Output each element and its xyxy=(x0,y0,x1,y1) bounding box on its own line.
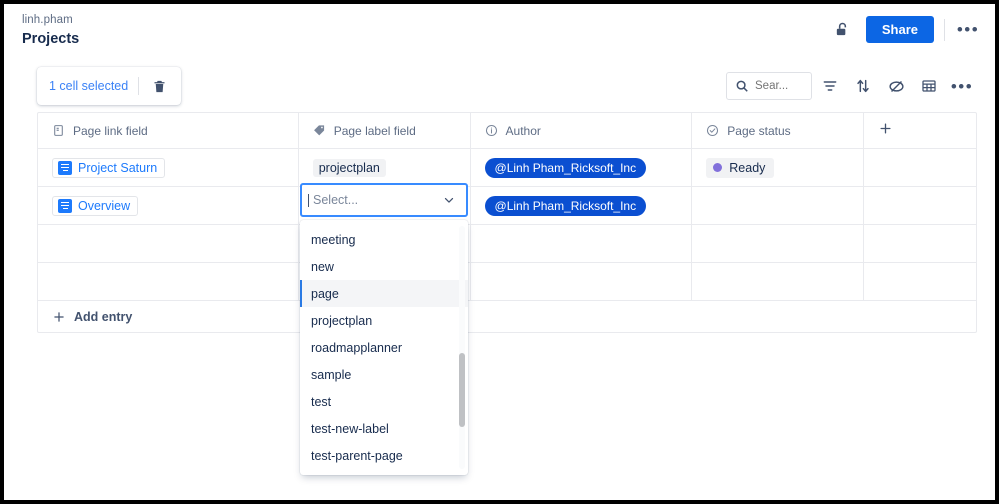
page-label-select: Select... meeting new page projectplan r… xyxy=(300,183,468,475)
cell-page-status[interactable] xyxy=(692,225,865,262)
header-actions: Share ••• xyxy=(830,16,981,43)
add-entry-button[interactable]: Add entry xyxy=(52,310,132,324)
cell-empty xyxy=(864,187,976,224)
add-entry-row[interactable]: Add entry xyxy=(38,301,976,332)
table-row xyxy=(38,225,976,263)
cell-page-link[interactable] xyxy=(38,225,299,262)
select-option[interactable]: sample xyxy=(300,361,468,388)
table-layout-icon[interactable] xyxy=(914,72,944,100)
cell-empty xyxy=(864,149,976,186)
search-input[interactable] xyxy=(755,80,803,92)
filter-icon[interactable] xyxy=(815,72,845,100)
select-option[interactable]: test-new-label xyxy=(300,415,468,442)
info-circle-icon xyxy=(485,124,498,137)
header-divider xyxy=(944,18,945,41)
check-circle-icon xyxy=(706,124,719,137)
cell-page-status[interactable] xyxy=(692,263,865,300)
cell-selection-toolbar: 1 cell selected xyxy=(37,67,182,105)
entries-table: Page link field Page label field Author … xyxy=(37,112,977,333)
sort-icon[interactable] xyxy=(848,72,878,100)
page-header: linh.pham Projects Share ••• xyxy=(4,4,995,56)
table-row xyxy=(38,263,976,301)
select-placeholder-text: Select... xyxy=(313,193,359,207)
text-cursor xyxy=(308,194,309,207)
plus-icon xyxy=(52,310,66,324)
select-option[interactable]: new xyxy=(300,253,468,280)
selection-divider xyxy=(138,77,140,95)
table-toolbar: ••• xyxy=(726,72,977,100)
column-header-author[interactable]: Author xyxy=(471,113,693,148)
cell-empty xyxy=(864,263,976,300)
search-box[interactable] xyxy=(726,72,812,100)
more-options-icon[interactable]: ••• xyxy=(955,17,981,43)
column-header-page-label[interactable]: Page label field xyxy=(299,113,471,148)
breadcrumb[interactable]: linh.pham xyxy=(22,14,73,26)
select-option[interactable]: test-parent-page xyxy=(300,442,468,469)
more-dots: ••• xyxy=(956,20,980,39)
add-column-button[interactable] xyxy=(864,113,976,148)
select-placeholder: Select... xyxy=(308,193,359,207)
select-option[interactable]: test xyxy=(300,388,468,415)
page-icon xyxy=(52,124,65,137)
menu-scrollbar-thumb[interactable] xyxy=(459,353,465,427)
author-pill: @Linh Pham_Ricksoft_Inc xyxy=(484,195,647,216)
page-link-chip[interactable]: Overview xyxy=(52,195,139,216)
author-pill: @Linh Pham_Ricksoft_Inc xyxy=(484,157,647,178)
status-badge: Ready xyxy=(706,157,775,178)
plus-icon xyxy=(878,121,893,141)
eye-off-icon[interactable] xyxy=(881,72,911,100)
select-option[interactable]: roadmapplanner xyxy=(300,334,468,361)
page-icon xyxy=(58,198,72,213)
cell-page-label[interactable]: projectplan xyxy=(299,149,471,186)
cell-author[interactable]: @Linh Pham_Ricksoft_Inc xyxy=(471,187,693,224)
table-more-options-icon[interactable]: ••• xyxy=(947,72,977,100)
unlocked-padlock-icon[interactable] xyxy=(830,17,856,43)
table-more-dots: ••• xyxy=(950,76,974,96)
cell-author[interactable] xyxy=(471,263,693,300)
table-row: Overview @Linh Pham_Ricksoft_Inc xyxy=(38,187,976,225)
select-option[interactable]: meeting xyxy=(300,226,468,253)
cell-page-link[interactable]: Project Saturn xyxy=(38,149,299,186)
select-trigger[interactable]: Select... xyxy=(300,183,468,217)
column-header-label: Page link field xyxy=(73,123,148,138)
table-header-row: Page link field Page label field Author … xyxy=(38,113,976,149)
column-header-label: Author xyxy=(505,123,541,138)
trash-icon[interactable] xyxy=(149,76,169,96)
page-link-label: Project Saturn xyxy=(78,160,158,175)
page-link-label: Overview xyxy=(78,198,131,213)
select-option[interactable]: projectplan xyxy=(300,307,468,334)
search-icon xyxy=(735,79,749,93)
cell-page-status[interactable]: Ready xyxy=(692,149,865,186)
page-link-chip[interactable]: Project Saturn xyxy=(52,157,166,178)
cell-empty xyxy=(864,225,976,262)
cell-author[interactable]: @Linh Pham_Ricksoft_Inc xyxy=(471,149,693,186)
table-row: Project Saturn projectplan @Linh Pham_Ri… xyxy=(38,149,976,187)
column-header-label: Page status xyxy=(727,123,791,138)
selection-count-label: 1 cell selected xyxy=(49,79,129,93)
cell-page-link[interactable]: Overview xyxy=(38,187,299,224)
page-title: Projects xyxy=(22,31,80,47)
status-dot-icon xyxy=(713,163,723,172)
column-header-page-status[interactable]: Page status xyxy=(692,113,865,148)
add-entry-label: Add entry xyxy=(74,309,133,324)
page-icon xyxy=(58,160,72,175)
menu-scrollbar-track[interactable] xyxy=(459,226,465,469)
chevron-down-icon[interactable] xyxy=(442,193,456,207)
select-option-highlighted[interactable]: page xyxy=(300,280,468,307)
select-options-menu[interactable]: meeting new page projectplan roadmapplan… xyxy=(300,220,468,475)
cell-author[interactable] xyxy=(471,225,693,262)
label-chip: projectplan xyxy=(312,158,386,177)
cell-page-status[interactable] xyxy=(692,187,865,224)
tag-icon xyxy=(313,124,326,137)
app-window: linh.pham Projects Share ••• 1 cell sele… xyxy=(4,4,995,500)
cell-page-link[interactable] xyxy=(38,263,299,300)
share-button[interactable]: Share xyxy=(865,16,934,43)
column-header-label: Page label field xyxy=(333,123,416,138)
status-label: Ready xyxy=(729,160,766,175)
column-header-page-link[interactable]: Page link field xyxy=(38,113,299,148)
